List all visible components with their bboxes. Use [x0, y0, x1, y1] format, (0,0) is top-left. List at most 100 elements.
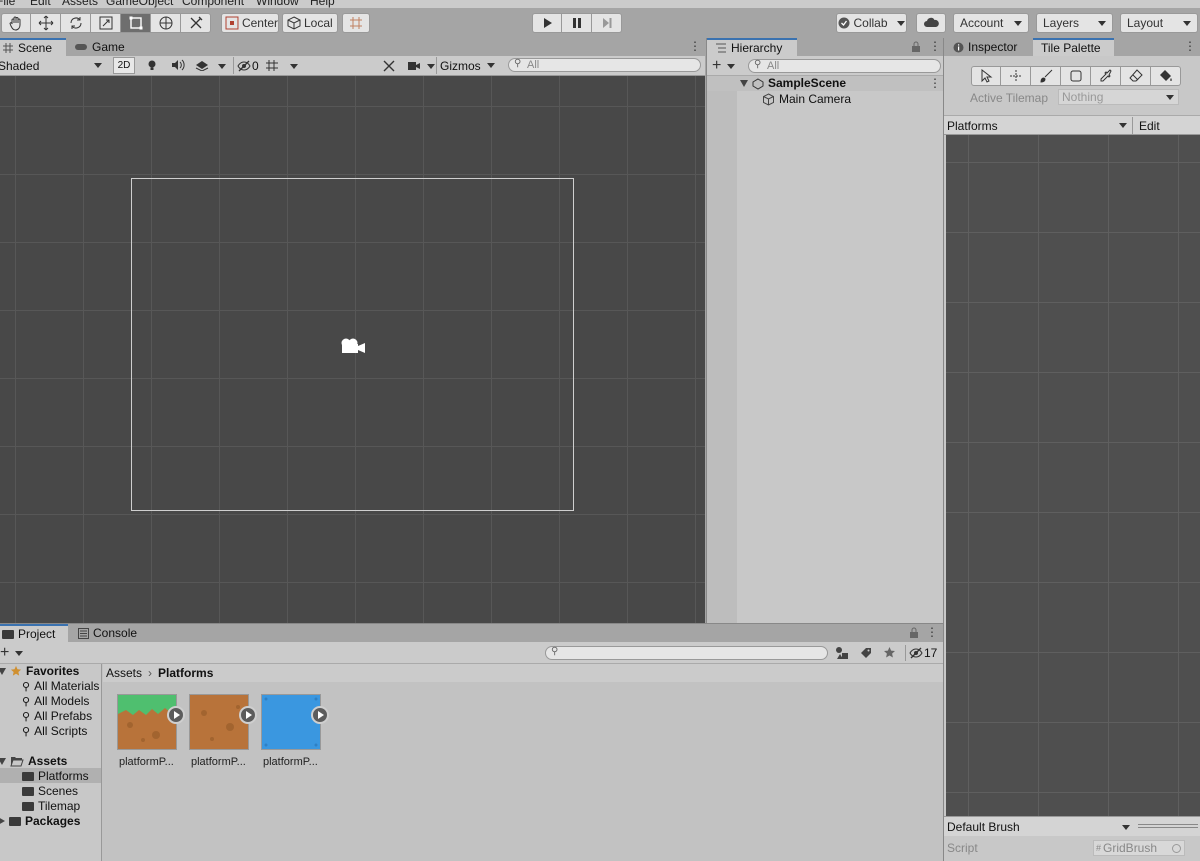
project-create-dropdown[interactable]: +	[0, 644, 23, 662]
hierarchy-search-input[interactable]: All	[748, 59, 941, 73]
tab-tile-palette[interactable]: Tile Palette	[1033, 38, 1114, 56]
step-button[interactable]	[592, 13, 622, 33]
rotate-tool-button[interactable]	[61, 13, 91, 33]
menu-gameobject[interactable]: GameObject	[106, 0, 173, 8]
tree-all-materials[interactable]: ⚲ All Materials	[22, 679, 99, 693]
tree-all-scripts[interactable]: ⚲ All Scripts	[22, 724, 87, 738]
play-prefab-icon[interactable]	[239, 706, 257, 724]
paint-brush-button[interactable]	[1031, 66, 1061, 86]
expand-arrow-icon[interactable]	[0, 667, 6, 675]
asset-tile-platform-grass[interactable]: platformP...	[117, 664, 197, 774]
cloud-button[interactable]	[916, 13, 946, 33]
tree-favorites[interactable]: Favorites	[0, 664, 79, 678]
lock-icon[interactable]	[911, 41, 921, 53]
project-search-input[interactable]	[545, 646, 828, 660]
palette-grid-canvas[interactable]	[946, 135, 1200, 816]
effects-toggle-button[interactable]	[195, 59, 209, 71]
rect-tool-button[interactable]	[121, 13, 151, 33]
hierarchy-menu-icon[interactable]: ⋮	[929, 39, 941, 53]
tree-all-prefabs[interactable]: ⚲ All Prefabs	[22, 709, 92, 723]
pivot-rotation-button[interactable]: Local	[282, 13, 338, 33]
create-dropdown[interactable]: +	[712, 57, 735, 75]
project-hidden-packages-toggle[interactable]: 17	[905, 645, 937, 661]
transform-tool-button[interactable]	[151, 13, 181, 33]
lock-icon[interactable]	[909, 627, 919, 639]
hand-tool-button[interactable]	[1, 13, 31, 33]
palette-dropdown[interactable]: Platforms	[947, 117, 1131, 134]
tab-scene[interactable]: Scene	[0, 38, 66, 56]
scene-search-input[interactable]: All	[508, 58, 701, 72]
layout-dropdown[interactable]: Layout	[1120, 13, 1198, 33]
hierarchy-item-main-camera[interactable]: Main Camera	[762, 91, 851, 107]
play-button[interactable]	[532, 13, 562, 33]
custom-tool-button[interactable]	[181, 13, 211, 33]
grid-dropdown[interactable]	[284, 60, 300, 72]
gizmos-dropdown[interactable]: Gizmos	[436, 57, 495, 74]
camera-gizmo-icon[interactable]	[339, 337, 367, 355]
menu-file[interactable]: File	[0, 0, 15, 8]
collab-dropdown[interactable]: Collab	[836, 13, 907, 33]
collapse-arrow-icon[interactable]	[0, 817, 5, 825]
grid-toggle-button[interactable]	[265, 59, 279, 72]
box-fill-button[interactable]	[1061, 66, 1091, 86]
menu-assets[interactable]: Assets	[62, 0, 98, 8]
menu-component[interactable]: Component	[182, 0, 244, 8]
expand-arrow-icon[interactable]	[740, 80, 748, 87]
label-tag-icon[interactable]	[860, 647, 872, 659]
tree-scenes-folder[interactable]: Scenes	[22, 784, 78, 798]
tree-all-models[interactable]: ⚲ All Models	[22, 694, 89, 708]
tab-inspector[interactable]: Inspector	[945, 38, 1025, 56]
inspector-menu-icon[interactable]: ⋮	[1184, 39, 1196, 53]
scene-view-canvas[interactable]	[0, 76, 705, 623]
effects-dropdown[interactable]	[212, 60, 228, 72]
tree-tilemap-folder[interactable]: Tilemap	[22, 799, 80, 813]
tree-assets[interactable]: Assets	[0, 754, 67, 768]
asset-tile-platform-dirt[interactable]: platformP...	[189, 664, 269, 774]
play-prefab-icon[interactable]	[311, 706, 329, 724]
active-tilemap-dropdown[interactable]: Nothing	[1058, 89, 1179, 105]
picker-tool-button[interactable]	[1091, 66, 1121, 86]
expand-arrow-icon[interactable]	[0, 757, 6, 765]
star-icon[interactable]	[883, 646, 896, 659]
2d-toggle-button[interactable]: 2D	[113, 57, 135, 74]
audio-toggle-button[interactable]	[171, 59, 185, 71]
edit-palette-button[interactable]: Edit	[1132, 117, 1166, 134]
play-prefab-icon[interactable]	[167, 706, 185, 724]
tab-scene-label: Scene	[18, 41, 53, 55]
search-by-type-icon[interactable]	[835, 646, 849, 660]
select-tool-button[interactable]	[971, 66, 1001, 86]
pause-button[interactable]	[562, 13, 592, 33]
menu-help[interactable]: Help	[310, 0, 335, 8]
shading-mode-dropdown[interactable]: Shaded	[0, 57, 106, 74]
tree-packages[interactable]: Packages	[0, 814, 80, 828]
resize-handle[interactable]	[1138, 824, 1198, 828]
pivot-mode-button[interactable]: Center	[221, 13, 279, 33]
script-object-field[interactable]: # GridBrush	[1093, 840, 1185, 856]
asset-tile-platform-water[interactable]: platformP...	[261, 664, 341, 774]
tab-hierarchy[interactable]: Hierarchy	[707, 38, 797, 56]
scene-tools-button[interactable]	[382, 59, 396, 72]
menu-edit[interactable]: Edit	[30, 0, 51, 8]
tree-platforms-folder[interactable]: Platforms	[22, 769, 89, 783]
project-menu-icon[interactable]: ⋮	[926, 625, 938, 639]
scale-tool-button[interactable]	[91, 13, 121, 33]
camera-dropdown[interactable]	[407, 59, 435, 73]
layers-dropdown[interactable]: Layers	[1036, 13, 1113, 33]
menu-window[interactable]: Window	[256, 0, 299, 8]
tab-console[interactable]: Console	[70, 624, 145, 642]
object-picker-icon[interactable]	[1172, 843, 1181, 853]
brush-dropdown[interactable]: Default Brush	[947, 819, 1134, 835]
move-tool-button[interactable]	[31, 13, 61, 33]
eraser-tool-button[interactable]	[1121, 66, 1151, 86]
scene-row-menu-icon[interactable]: ⋮	[929, 76, 941, 90]
lighting-toggle-button[interactable]	[146, 59, 158, 71]
scene-row[interactable]: SampleScene ⋮	[707, 76, 943, 91]
grid-snap-button[interactable]	[342, 13, 370, 33]
tab-game[interactable]: Game	[66, 38, 133, 56]
hidden-objects-toggle[interactable]: 0	[233, 57, 259, 74]
scene-menu-icon[interactable]: ⋮	[689, 39, 701, 53]
move-selection-button[interactable]	[1001, 66, 1031, 86]
fill-tool-button[interactable]	[1151, 66, 1181, 86]
account-dropdown[interactable]: Account	[953, 13, 1029, 33]
tab-project[interactable]: Project	[0, 624, 68, 642]
